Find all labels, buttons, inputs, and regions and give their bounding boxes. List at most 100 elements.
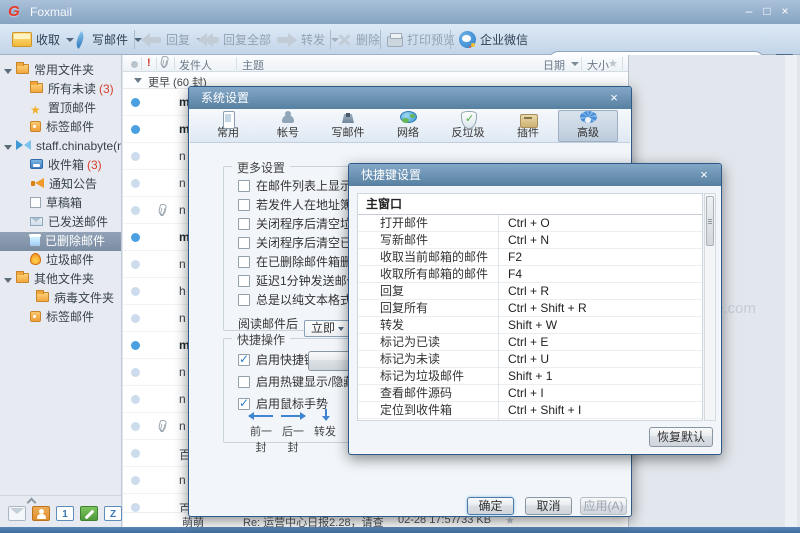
sidebar-item[interactable]: 其他文件夹 [0, 270, 121, 289]
unread-dot-icon[interactable] [131, 503, 140, 512]
ok-button[interactable]: 确定 [467, 497, 514, 515]
shortcut-row[interactable]: 标记为已读 Ctrl + E [358, 334, 702, 351]
unread-dot-icon[interactable] [131, 125, 140, 134]
scrollbar-thumb[interactable] [706, 196, 714, 246]
shortcut-row[interactable]: 收取当前邮箱的邮件 F2 [358, 249, 702, 266]
important-column-icon[interactable]: ! [147, 57, 151, 69]
compose-button[interactable]: 写邮件 [76, 28, 142, 51]
unread-dot-icon[interactable] [131, 476, 140, 485]
folder-sidebar: 常用文件夹 所有未读(3) 置顶邮件 标签邮件 staff.chinabyte(… [0, 55, 122, 495]
column-from[interactable]: 发件人 [179, 57, 212, 73]
unread-dot-icon[interactable] [131, 260, 140, 269]
sidebar-item[interactable]: 已发送邮件 [0, 213, 121, 232]
shortcut-row[interactable]: 转发 Shift + W [358, 317, 702, 334]
dialog-titlebar[interactable]: 系统设置 × [189, 87, 631, 109]
sidebar-item[interactable]: 通知公告 [0, 175, 121, 194]
close-icon[interactable]: × [605, 87, 623, 109]
unread-dot-icon[interactable] [131, 449, 140, 458]
sidebar-item[interactable]: staff.chinabyte(miaomi... [0, 137, 121, 156]
expand-arrow-icon[interactable] [4, 69, 12, 74]
sidebar-item[interactable]: 垃圾邮件 [0, 251, 121, 270]
cancel-button[interactable]: 取消 [525, 497, 572, 515]
unread-dot-icon[interactable] [131, 341, 140, 350]
unread-dot-icon[interactable] [131, 368, 140, 377]
apps-module-icon[interactable]: Z [104, 506, 122, 521]
apply-button[interactable]: 应用(A) [580, 497, 627, 515]
shortcut-row[interactable]: 标记为垃圾邮件 Shift + 1 [358, 368, 702, 385]
settings-tab[interactable]: 常用 [198, 110, 258, 142]
shortcut-row[interactable]: 定位到收件箱 Ctrl + Shift + I [358, 402, 702, 419]
sidebar-item[interactable]: 标签邮件 [0, 308, 121, 327]
reply-button[interactable]: 回复 [141, 28, 204, 51]
shortcut-row[interactable]: 回复 Ctrl + R [358, 283, 702, 300]
checkbox[interactable] [238, 354, 250, 366]
sidebar-item[interactable]: 标签邮件 [0, 118, 121, 137]
column-date[interactable]: 日期 [543, 57, 565, 73]
sidebar-item[interactable]: 所有未读(3) [0, 80, 121, 99]
delete-button[interactable]: 删除 [337, 28, 380, 51]
unread-dot-icon[interactable] [131, 314, 140, 323]
unread-dot-icon[interactable] [131, 206, 140, 215]
unread-dot-icon[interactable] [131, 422, 140, 431]
shortcut-row[interactable]: 回复所有 Ctrl + Shift + R [358, 300, 702, 317]
sidebar-item[interactable]: 已删除邮件 [0, 232, 121, 251]
attachment-column-icon[interactable] [161, 56, 168, 70]
read-after-select[interactable]: 立即 [304, 320, 349, 337]
read-state-column-icon[interactable] [131, 61, 138, 68]
receive-mail-icon [12, 32, 32, 47]
receive-button[interactable]: 收取 [12, 28, 74, 51]
notes-module-icon[interactable] [80, 506, 98, 521]
minimize-button[interactable]: – [740, 3, 758, 19]
checkbox[interactable] [238, 256, 250, 268]
wecom-button[interactable]: 企业微信 [459, 28, 528, 51]
shortcut-row[interactable]: 打开邮件 Ctrl + O [358, 215, 702, 232]
collapse-arrow-icon[interactable] [134, 78, 142, 83]
restore-defaults-button[interactable]: 恢复默认 [649, 427, 713, 447]
reply-all-button[interactable]: 回复全部 [198, 28, 285, 51]
shortcut-row[interactable]: 收取所有邮箱的邮件 F4 [358, 266, 702, 283]
reading-pane-scrollbar[interactable] [785, 55, 797, 527]
sidebar-item[interactable]: 常用文件夹 [0, 61, 121, 80]
table-scrollbar[interactable] [704, 193, 716, 421]
sidebar-item[interactable]: 置顶邮件 [0, 99, 121, 118]
star-column-icon[interactable]: ★ [608, 57, 618, 70]
settings-tab[interactable]: 反垃圾 [438, 110, 498, 142]
settings-tab[interactable]: 帐号 [258, 110, 318, 142]
maximize-button[interactable]: □ [758, 3, 776, 19]
sidebar-item[interactable]: 草稿箱 [0, 194, 121, 213]
mail-module-icon[interactable] [8, 506, 26, 521]
settings-tab[interactable]: 高级 [558, 110, 618, 142]
checkbox[interactable] [238, 180, 250, 192]
checkbox[interactable] [238, 294, 250, 306]
expand-arrow-icon[interactable] [4, 278, 12, 283]
settings-tab[interactable]: 写邮件 [318, 110, 378, 142]
calendar-module-icon[interactable]: 1 [56, 506, 74, 521]
checkbox[interactable] [238, 218, 250, 230]
shortcut-row[interactable]: 标记为未读 Ctrl + U [358, 351, 702, 368]
sidebar-item[interactable]: 病毒文件夹 [0, 289, 121, 308]
column-size[interactable]: 大小 [587, 57, 609, 73]
contacts-module-icon[interactable] [32, 506, 50, 521]
unread-dot-icon[interactable] [131, 152, 140, 161]
close-button[interactable]: × [776, 3, 794, 19]
unread-dot-icon[interactable] [131, 179, 140, 188]
unread-dot-icon[interactable] [131, 98, 140, 107]
expand-arrow-icon[interactable] [4, 145, 12, 150]
checkbox[interactable] [238, 237, 250, 249]
settings-tab[interactable]: 插件 [498, 110, 558, 142]
unread-dot-icon[interactable] [131, 287, 140, 296]
unread-dot-icon[interactable] [131, 395, 140, 404]
column-subject[interactable]: 主题 [242, 57, 264, 73]
checkbox[interactable] [238, 275, 250, 287]
unread-dot-icon[interactable] [131, 233, 140, 242]
close-icon[interactable]: × [695, 164, 713, 186]
dialog-titlebar[interactable]: 快捷键设置 × [349, 164, 721, 186]
checkbox[interactable] [238, 199, 250, 211]
checkbox[interactable] [238, 376, 250, 388]
shortcut-row[interactable]: 查看邮件源码 Ctrl + I [358, 385, 702, 402]
print-preview-button[interactable]: 打印预览 [387, 28, 455, 51]
sidebar-item[interactable]: 收件箱(3) [0, 156, 121, 175]
settings-tab[interactable]: 网络 [378, 110, 438, 142]
sender-label: n [179, 203, 186, 217]
shortcut-row[interactable]: 写新邮件 Ctrl + N [358, 232, 702, 249]
